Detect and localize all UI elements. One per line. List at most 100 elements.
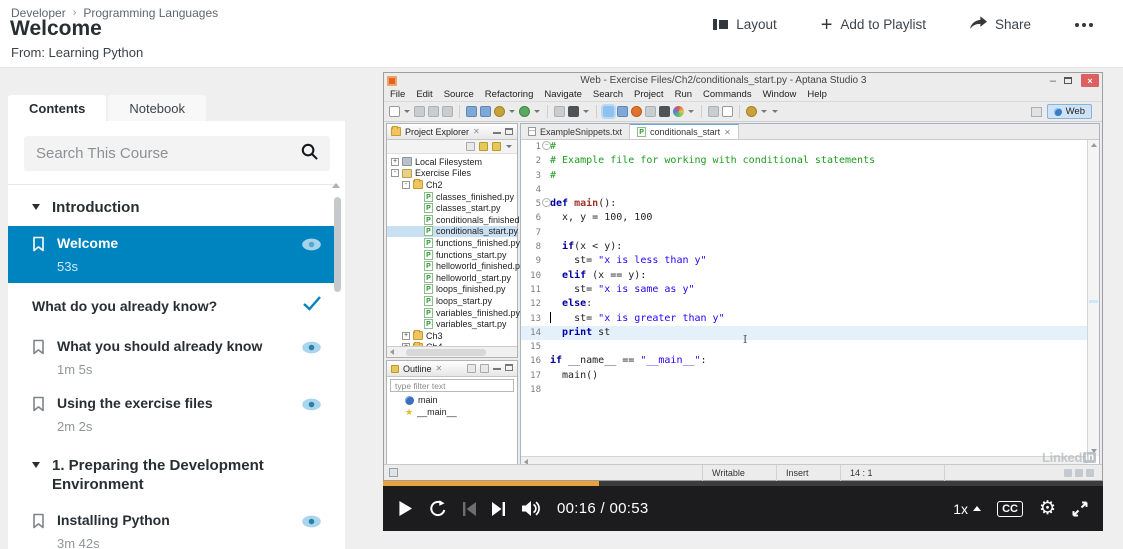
menu-file[interactable]: File (390, 89, 405, 100)
fold-marker-icon[interactable] (541, 140, 551, 154)
editor-tab-close-icon[interactable]: ✕ (724, 128, 731, 137)
tab-contents[interactable]: Contents (8, 95, 107, 121)
tree-expander-icon[interactable]: - (391, 169, 399, 178)
layout-button[interactable]: Layout (713, 17, 777, 32)
line-number: 15 (530, 342, 541, 353)
menu-refactoring[interactable]: Refactoring (485, 89, 534, 100)
outline-item[interactable]: main (387, 394, 517, 406)
editor-vscrollbar[interactable] (1087, 140, 1099, 456)
open-perspective-icon[interactable] (1030, 106, 1042, 117)
collapse-all-icon[interactable] (466, 142, 475, 151)
sidebar-scrollbar[interactable] (334, 191, 341, 541)
toc-item-lesson[interactable]: Welcome 53s (8, 226, 338, 283)
menu-run[interactable]: Run (675, 89, 692, 100)
ide-toolbar: Web (384, 101, 1102, 122)
tree-expander-icon[interactable]: + (391, 157, 399, 166)
view-menu-caret-icon[interactable] (506, 145, 512, 148)
tree-item[interactable]: Pconditionals_start.py (387, 225, 518, 238)
playback-speed-button[interactable]: 1x (953, 501, 982, 517)
bookmark-icon[interactable] (32, 236, 45, 274)
menu-window[interactable]: Window (763, 89, 797, 100)
scroll-up-icon[interactable] (1091, 143, 1097, 147)
toc-item-lesson[interactable]: Installing Python 3m 42s (8, 503, 338, 549)
tree-item[interactable]: Pfunctions_finished.py (387, 237, 520, 249)
more-options-button[interactable] (1075, 22, 1093, 27)
tree-item[interactable]: Pclasses_finished.py (387, 191, 517, 203)
menu-search[interactable]: Search (593, 89, 623, 100)
web-perspective-button[interactable]: Web (1046, 104, 1092, 119)
project-explorer-tab[interactable]: Project Explorer (405, 127, 469, 137)
player-settings-button[interactable]: ⚙ (1039, 499, 1056, 518)
closed-captions-button[interactable]: CC (997, 500, 1023, 517)
video-player[interactable]: Web - Exercise Files/Ch2/conditionals_st… (383, 72, 1103, 531)
tree-item[interactable]: + Local Filesystem (387, 156, 517, 168)
search-input[interactable] (36, 145, 301, 162)
replay-button[interactable] (429, 499, 447, 518)
tree-item[interactable]: Ploops_start.py (387, 295, 517, 307)
outline-filter-input[interactable]: type filter text (390, 379, 514, 392)
tree-item[interactable]: Phelloworld_start.py (387, 272, 517, 284)
menu-project[interactable]: Project (634, 89, 664, 100)
minimize-view-icon[interactable] (493, 132, 501, 134)
menu-commands[interactable]: Commands (703, 89, 752, 100)
outline-tab[interactable]: Outline (403, 364, 432, 374)
next-video-button[interactable] (492, 501, 505, 517)
play-button[interactable] (398, 500, 413, 517)
tree-item[interactable]: Pconditionals_finished.py (387, 214, 532, 226)
fold-marker-icon[interactable] (541, 197, 551, 211)
outline-close-icon[interactable]: ✕ (436, 364, 443, 373)
tab-notebook[interactable]: Notebook (108, 95, 206, 121)
tree-item[interactable]: Phelloworld_finished.py (387, 260, 525, 272)
menu-edit[interactable]: Edit (416, 89, 432, 100)
volume-button[interactable] (521, 500, 541, 517)
outline-minimize-icon[interactable] (493, 368, 501, 370)
project-explorer-hscrollbar[interactable] (387, 346, 517, 357)
menu-source[interactable]: Source (444, 89, 474, 100)
outline-maximize-icon[interactable] (505, 364, 513, 371)
sidebar-scrollbar-thumb[interactable] (334, 197, 341, 292)
viewed-eye-icon[interactable] (301, 341, 322, 359)
add-to-playlist-button[interactable]: + Add to Playlist (821, 15, 926, 35)
tree-item[interactable]: - Exercise Files (387, 168, 517, 180)
bookmark-icon[interactable] (32, 513, 45, 549)
toc-section-header[interactable]: Introduction (8, 185, 338, 226)
menu-navigate[interactable]: Navigate (544, 89, 582, 100)
toc-item-lesson[interactable]: What you should already know 1m 5s (8, 329, 338, 386)
tab-close-icon[interactable]: ✕ (473, 127, 480, 136)
bookmark-icon[interactable] (32, 396, 45, 434)
tree-item[interactable]: + Ch3 (387, 330, 517, 342)
tree-expander-icon[interactable]: - (402, 180, 410, 189)
tree-item[interactable]: Pvariables_start.py (387, 318, 517, 330)
share-button[interactable]: Share (969, 16, 1031, 33)
tree-item[interactable]: - Ch2 (387, 179, 517, 191)
course-from-label[interactable]: From: Learning Python (11, 45, 143, 60)
tree-expander-icon[interactable]: + (402, 331, 410, 340)
tree-item[interactable]: Pfunctions_start.py (387, 249, 517, 261)
bookmark-icon[interactable] (32, 339, 45, 377)
link-editor-icon[interactable] (479, 142, 488, 151)
package-icon[interactable] (492, 142, 501, 151)
expand-all-icon[interactable] (480, 364, 489, 373)
breadcrumb-category[interactable]: Programming Languages (83, 6, 218, 20)
viewed-eye-icon[interactable] (301, 238, 322, 256)
editor-tab-conditionals-start[interactable]: P conditionals_start ✕ (630, 124, 739, 139)
search-icon[interactable] (301, 143, 318, 165)
tree-item[interactable]: Pvariables_finished.py (387, 307, 520, 319)
viewed-eye-icon[interactable] (301, 515, 322, 533)
editor-tab-examplesnippets[interactable]: ExampleSnippets.txt (521, 124, 631, 139)
code-editor[interactable]: 1#2# Example file for working with condi… (521, 140, 1087, 456)
completed-check-icon (302, 295, 322, 316)
toc-item-quiz[interactable]: What do you already know? (8, 283, 338, 329)
tree-item[interactable]: Pclasses_start.py (387, 202, 517, 214)
viewed-eye-icon[interactable] (301, 398, 322, 416)
sort-icon[interactable] (467, 364, 476, 373)
previous-video-button[interactable] (463, 501, 476, 517)
toc-section-header[interactable]: 1. Preparing the Development Environment (8, 443, 338, 503)
fullscreen-button[interactable] (1072, 501, 1088, 517)
menu-help[interactable]: Help (807, 89, 827, 100)
maximize-view-icon[interactable] (505, 128, 513, 135)
tree-item[interactable]: Ploops_finished.py (387, 284, 517, 296)
sidebar-scroll-up-icon[interactable] (332, 183, 340, 188)
outline-item[interactable]: ★ __main__ (387, 406, 517, 418)
toc-item-lesson[interactable]: Using the exercise files 2m 2s (8, 386, 338, 443)
